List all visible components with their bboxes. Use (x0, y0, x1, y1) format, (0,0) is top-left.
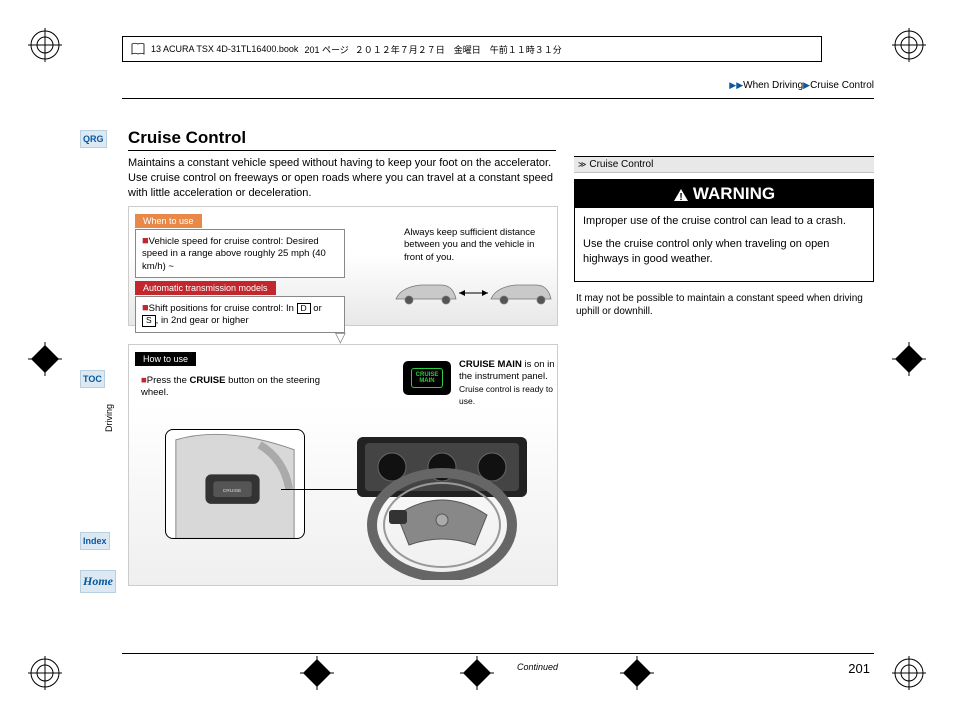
chevron-right-icon: ≫ (578, 160, 586, 169)
tag-how-to-use: How to use (135, 352, 196, 366)
bullet-icon: ■ (142, 235, 149, 247)
press-a: Press the (147, 375, 190, 386)
title-underline (128, 150, 556, 151)
shift-info: ■Shift positions for cruise control: In … (135, 296, 345, 333)
registration-mark (28, 28, 62, 62)
cruise-main-label: CRUISEMAIN (411, 368, 444, 388)
warning-p2: Use the cruise control only when traveli… (583, 237, 865, 267)
cars-illustration (391, 269, 556, 311)
warning-p1: Improper use of the cruise control can l… (583, 214, 865, 229)
continued-label: Continued (517, 662, 558, 672)
svg-text:!: ! (679, 192, 682, 202)
section-label: Driving (104, 404, 114, 432)
speed-info: ■Vehicle speed for cruise control: Desir… (135, 229, 345, 278)
header-filename: 13 ACURA TSX 4D-31TL16400.book (151, 44, 298, 54)
diagram-when-to-use: When to use ■Vehicle speed for cruise co… (128, 206, 558, 326)
header-date: ２０１２年７月２７日 金曜日 午前１１時３１分 (355, 43, 562, 56)
header-bar: 13 ACURA TSX 4D-31TL16400.book 201 ページ ２… (122, 36, 822, 62)
header-page-token: 201 ページ (304, 43, 348, 56)
nav-qrg[interactable]: QRG (80, 130, 107, 148)
tag-when-to-use: When to use (135, 214, 202, 228)
nav-toc[interactable]: TOC (80, 370, 105, 388)
diagram-how-to-use: How to use ■Press the CRUISE button on t… (128, 344, 558, 586)
steering-wheel-illustration (347, 415, 537, 580)
note-text: It may not be possible to maintain a con… (574, 292, 874, 319)
tag-auto-trans: Automatic transmission models (135, 281, 276, 295)
book-icon (131, 42, 145, 56)
warning-box: ! WARNING Improper use of the cruise con… (574, 179, 874, 282)
section-title: Cruise Control (589, 159, 653, 170)
panel-a: CRUISE MAIN (459, 359, 522, 370)
cruise-button-zoom: CRUISE (165, 429, 305, 539)
rule-top (122, 98, 874, 99)
page-title: Cruise Control (128, 128, 246, 148)
warning-title: WARNING (693, 184, 775, 204)
cruise-btn-label: CRUISE (223, 488, 242, 494)
intro-text: Maintains a constant vehicle speed witho… (128, 156, 558, 201)
shift-or: or (311, 303, 322, 314)
press-b: CRUISE (190, 375, 226, 386)
chevron-right-icon: ▶▶ (729, 80, 743, 90)
press-cruise-text: ■Press the CRUISE button on the steering… (141, 375, 321, 400)
breadcrumb-b: Cruise Control (810, 80, 874, 91)
speed-text: Vehicle speed for cruise control: Desire… (142, 236, 326, 272)
gear-s: S (142, 315, 156, 326)
shift-b: , in 2nd gear or higher (156, 315, 249, 326)
rule-bottom (122, 653, 874, 654)
warning-icon: ! (673, 187, 689, 201)
breadcrumb: ▶▶When Driving▶Cruise Control (729, 80, 874, 91)
page-number: 201 (848, 661, 870, 676)
panel-c: Cruise control is ready to use. (459, 384, 553, 406)
section-header: ≫ Cruise Control (574, 156, 874, 173)
bullet-icon: ■ (142, 302, 149, 314)
distance-text: Always keep sufficient distance between … (404, 227, 554, 264)
cruise-main-indicator: CRUISEMAIN (403, 361, 451, 395)
shift-a: Shift positions for cruise control: In (149, 303, 297, 314)
nav-home[interactable]: Home (80, 570, 116, 593)
breadcrumb-a: When Driving (743, 80, 803, 91)
registration-mark (28, 342, 62, 376)
registration-mark (28, 656, 62, 690)
registration-mark (892, 28, 926, 62)
warning-header: ! WARNING (575, 180, 873, 208)
gear-d: D (297, 303, 311, 314)
panel-text: CRUISE MAIN is on in the instrument pane… (459, 359, 559, 408)
nav-index[interactable]: Index (80, 532, 110, 550)
